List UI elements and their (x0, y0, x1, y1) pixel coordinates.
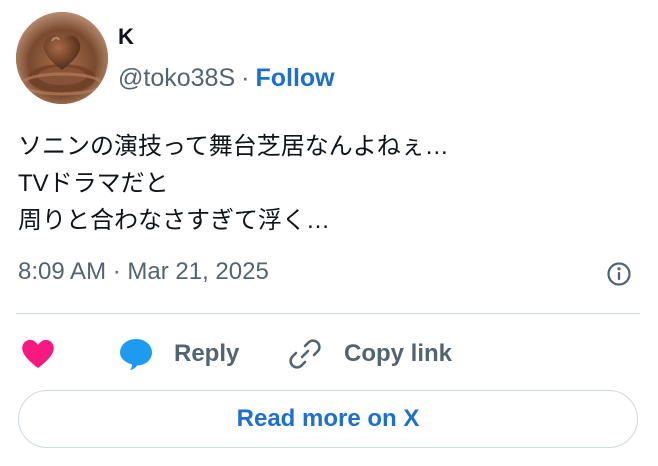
reply-button[interactable]: Reply (118, 334, 239, 374)
reply-label: Reply (174, 340, 240, 367)
tweet-text: ソニンの演技って舞台芝居なんよねぇ… TVドラマだと 周りと合わなさすぎて浮く… (18, 128, 638, 239)
avatar[interactable] (16, 12, 108, 104)
link-icon (289, 339, 321, 369)
info-icon[interactable] (606, 261, 632, 287)
divider (16, 313, 640, 314)
tweet-text-line: ソニンの演技って舞台芝居なんよねぇ… (18, 133, 449, 160)
separator-dot: · (241, 64, 250, 92)
author-handle[interactable]: @toko38S (118, 64, 235, 92)
author-name[interactable]: K (118, 24, 134, 50)
tweet-text-line: TVドラマだと (18, 170, 169, 197)
heart-icon (22, 339, 54, 368)
speech-bubble-icon (120, 339, 152, 370)
copy-link-label: Copy link (344, 340, 453, 367)
follow-button[interactable]: Follow (255, 64, 334, 92)
like-button[interactable] (20, 334, 56, 374)
chocolate-heart-avatar-image (16, 12, 108, 104)
tweet-text-line: 周りと合わなさすぎて浮く… (18, 207, 330, 234)
copy-link-button[interactable]: Copy link (288, 334, 452, 374)
author-handle-row: @toko38S · Follow (118, 64, 335, 93)
timestamp-link[interactable]: 8:09 AM · Mar 21, 2025 (18, 258, 269, 286)
read-more-button[interactable]: Read more on X (18, 390, 638, 448)
